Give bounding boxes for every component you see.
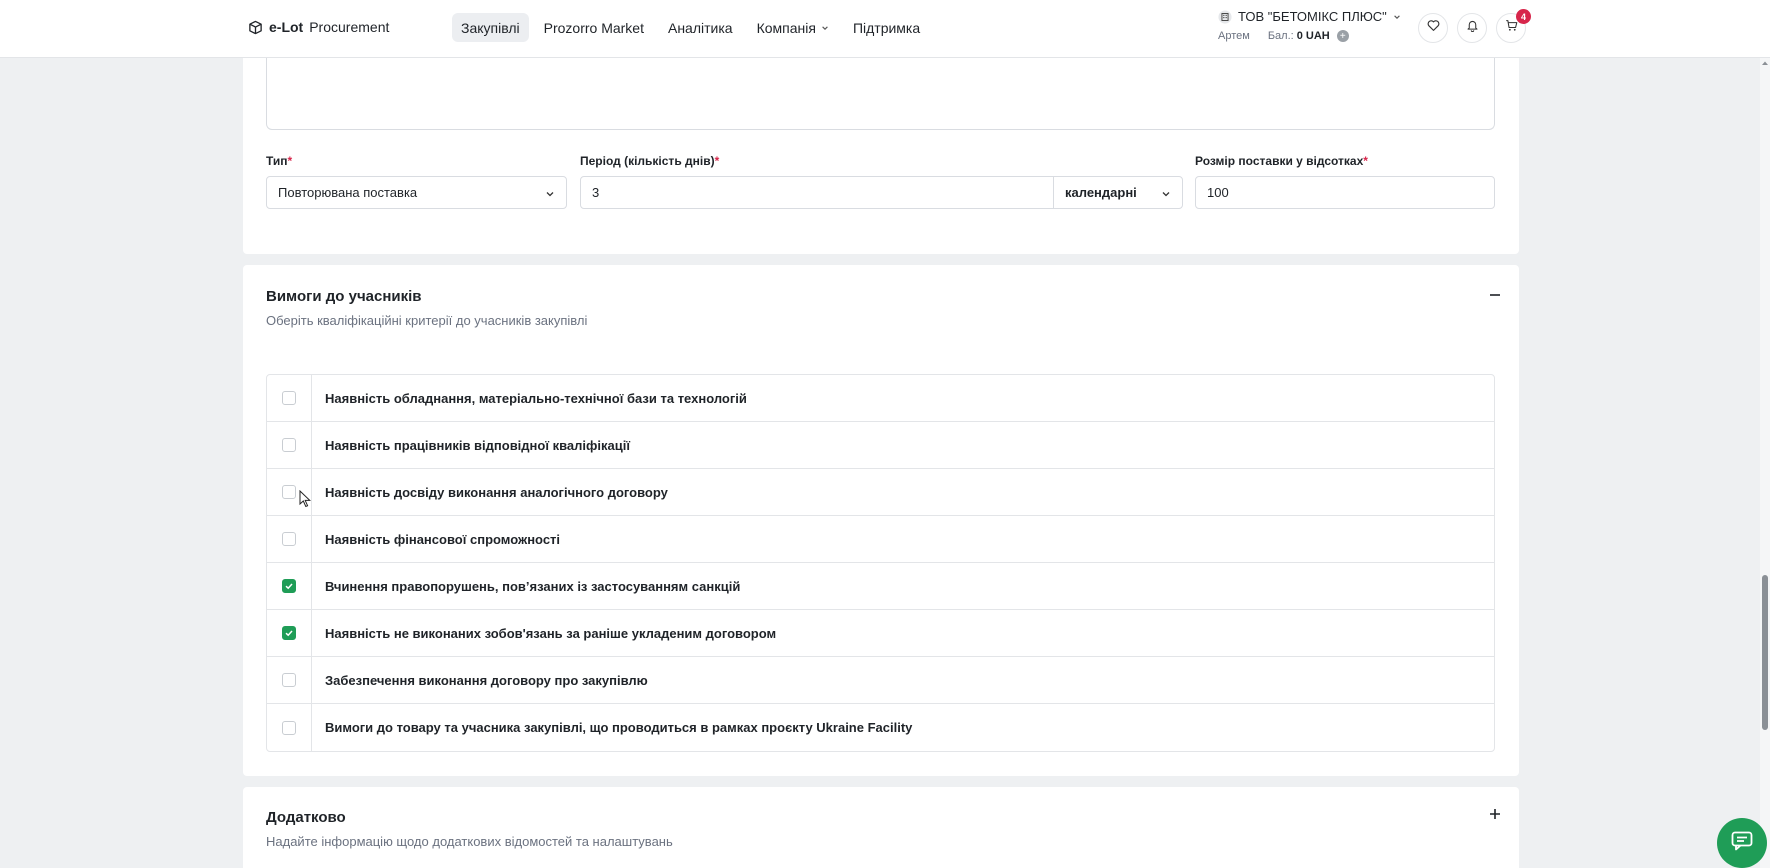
- period-label: Період (кількість днів)*: [580, 154, 719, 168]
- period-input[interactable]: 3: [580, 176, 1054, 209]
- criteria-label: Наявність обладнання, матеріально-техніч…: [325, 390, 747, 406]
- check-icon: [285, 583, 293, 590]
- nav-item-prozorro-market[interactable]: Prozorro Market: [535, 13, 653, 42]
- criteria-row[interactable]: Наявність обладнання, матеріально-техніч…: [267, 375, 1494, 422]
- main-nav: Закупівлі Prozorro Market Аналітика Комп…: [452, 13, 929, 42]
- criteria-row[interactable]: Забезпечення виконання договору про заку…: [267, 657, 1494, 704]
- nav-item-label: Закупівлі: [461, 19, 520, 36]
- required-mark: *: [287, 154, 293, 168]
- balance-value: 0 UAH: [1296, 30, 1330, 42]
- criteria-row[interactable]: Наявність працівників відповідної кваліф…: [267, 422, 1494, 469]
- nav-item-label: Prozorro Market: [543, 19, 644, 36]
- cart-badge: 4: [1516, 9, 1531, 24]
- criteria-label: Наявність не виконаних зобов'язань за ра…: [325, 625, 777, 641]
- minus-icon[interactable]: [1488, 288, 1502, 302]
- criteria-checkbox[interactable]: [282, 391, 296, 405]
- criteria-row[interactable]: Наявність не виконаних зобов'язань за ра…: [267, 610, 1494, 657]
- nav-item-label: Аналітика: [667, 19, 733, 36]
- requirements-card: Вимоги до учасників Оберіть кваліфікацій…: [243, 265, 1519, 776]
- criteria-row[interactable]: Наявність досвіду виконання аналогічного…: [267, 469, 1494, 516]
- criteria-checkbox[interactable]: [282, 626, 296, 640]
- scrollbar-thumb[interactable]: [1762, 575, 1768, 730]
- delivery-card: Тип* Повторювана поставка Період (кількі…: [243, 40, 1519, 254]
- criteria-label: Вчинення правопорушень, пов’язаних із за…: [325, 578, 741, 594]
- period-value: 3: [592, 185, 600, 200]
- size-label: Розмір поставки у відсотках*: [1195, 154, 1368, 168]
- plus-icon[interactable]: [1488, 807, 1502, 821]
- chat-icon: [1731, 831, 1753, 856]
- nav-item-analytics[interactable]: Аналітика: [659, 13, 742, 42]
- criteria-checkbox[interactable]: [282, 485, 296, 499]
- criteria-checkbox[interactable]: [282, 438, 296, 452]
- delivery-type-select[interactable]: Повторювана поставка: [266, 176, 567, 209]
- criteria-list: Наявність обладнання, матеріально-техніч…: [266, 374, 1495, 752]
- period-label-text: Період (кількість днів): [580, 154, 715, 168]
- criteria-checkbox[interactable]: [282, 673, 296, 687]
- nav-item-label: Компанія: [756, 19, 816, 36]
- additional-card: Додатково Надайте інформацію щодо додатк…: [243, 787, 1519, 868]
- logo-brand: e-Lot: [269, 19, 304, 35]
- nav-item-company[interactable]: Компанія: [748, 13, 838, 42]
- top-navigation-bar: e-Lot Procurement Закупівлі Prozorro Mar…: [0, 0, 1770, 58]
- additional-title: Додатково: [266, 809, 346, 826]
- check-icon: [285, 630, 293, 637]
- criteria-row[interactable]: Вимоги до товару та учасника закупівлі, …: [267, 704, 1494, 751]
- type-label: Тип*: [266, 154, 292, 168]
- type-label-text: Тип: [266, 154, 288, 168]
- nav-item-support[interactable]: Підтримка: [844, 13, 929, 42]
- delivery-type-value: Повторювана поставка: [278, 185, 418, 200]
- criteria-label: Наявність фінансової спроможності: [325, 531, 561, 547]
- favorites-button[interactable]: [1418, 13, 1448, 43]
- required-mark: *: [1363, 154, 1368, 168]
- additional-subtitle: Надайте інформацію щодо додаткових відом…: [266, 834, 673, 849]
- user-name: Артем: [1218, 30, 1250, 42]
- chevron-down-icon: [545, 189, 555, 199]
- period-unit-select[interactable]: календарні: [1053, 176, 1183, 209]
- requirements-subtitle: Оберіть кваліфікаційні критерії до учасн…: [266, 313, 588, 328]
- balance-label: Бал.:: [1267, 30, 1294, 42]
- criteria-label: Наявність досвіду виконання аналогічного…: [325, 484, 668, 500]
- chevron-down-icon: [1393, 13, 1401, 21]
- page-scrollbar[interactable]: [1760, 58, 1770, 868]
- criteria-row[interactable]: Вчинення правопорушень, пов’язаних із за…: [267, 563, 1494, 610]
- add-balance-icon[interactable]: +: [1336, 30, 1349, 43]
- delivery-size-input[interactable]: 100: [1195, 176, 1495, 209]
- criteria-label: Вимоги до товару та учасника закупівлі, …: [325, 720, 913, 735]
- logo-product: Procurement: [309, 19, 390, 35]
- logo[interactable]: e-Lot Procurement: [248, 19, 389, 35]
- criteria-checkbox[interactable]: [282, 720, 296, 735]
- size-label-text: Розмір поставки у відсотках: [1195, 154, 1364, 168]
- balance: Бал.: 0 UAH +: [1267, 30, 1349, 43]
- criteria-label: Наявність працівників відповідної кваліф…: [325, 437, 631, 453]
- company-name: ТОВ "БЕТОМІКС ПЛЮС": [1238, 9, 1387, 24]
- mouse-cursor-icon: [299, 490, 311, 508]
- period-unit-value: календарні: [1065, 185, 1137, 200]
- nav-item-label: Підтримка: [852, 19, 921, 36]
- heart-icon: [1427, 19, 1440, 37]
- company-switcher[interactable]: ТОВ "БЕТОМІКС ПЛЮС" Артем Бал.: 0 UAH +: [1218, 9, 1401, 43]
- building-icon: [1218, 9, 1232, 24]
- notifications-button[interactable]: [1457, 13, 1487, 43]
- chevron-down-icon: [1161, 189, 1171, 199]
- criteria-checkbox[interactable]: [282, 532, 296, 546]
- criteria-row[interactable]: Наявність фінансової спроможності: [267, 516, 1494, 563]
- criteria-checkbox[interactable]: [282, 579, 296, 593]
- required-mark: *: [714, 154, 720, 168]
- chevron-down-icon: [821, 24, 829, 32]
- scroll-up-icon[interactable]: [1761, 60, 1769, 66]
- requirements-title: Вимоги до учасників: [266, 288, 422, 305]
- criteria-label: Забезпечення виконання договору про заку…: [325, 672, 648, 688]
- delivery-size-value: 100: [1207, 185, 1229, 200]
- bell-icon: [1466, 19, 1479, 37]
- nav-item-procurements[interactable]: Закупівлі: [452, 13, 529, 42]
- chat-button[interactable]: [1717, 818, 1767, 868]
- cart-icon: [1505, 19, 1518, 37]
- cart-button[interactable]: 4: [1496, 9, 1531, 43]
- cube-icon: [248, 20, 263, 35]
